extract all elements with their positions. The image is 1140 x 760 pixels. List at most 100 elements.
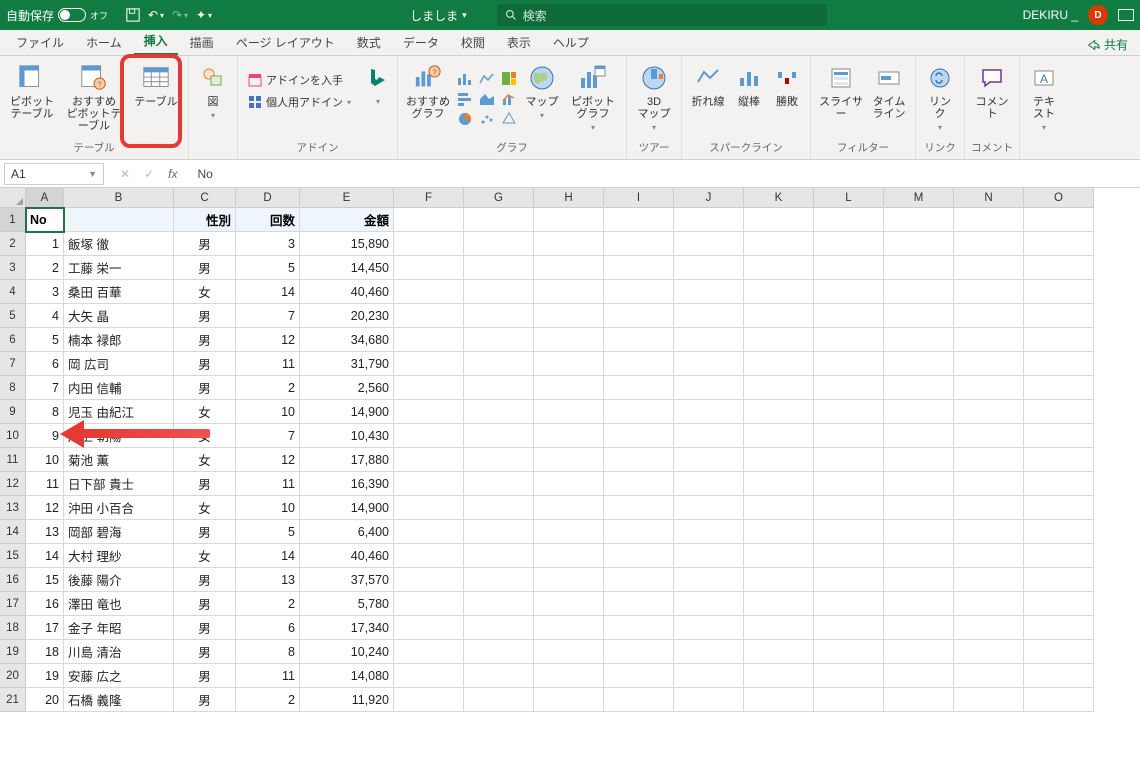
worksheet[interactable]: ABCDEFGHIJKLMNO 1No性別回数金額21飯塚 徹男315,8903…: [0, 188, 1140, 712]
sparkline-line-button[interactable]: 折れ線: [688, 60, 728, 110]
cell[interactable]: [1024, 472, 1094, 496]
cell[interactable]: [394, 520, 464, 544]
cell[interactable]: 12: [26, 496, 64, 520]
row-header[interactable]: 19: [0, 640, 26, 664]
cell[interactable]: 男: [174, 304, 236, 328]
cell[interactable]: [1024, 328, 1094, 352]
cell[interactable]: 7: [26, 376, 64, 400]
cell[interactable]: [604, 256, 674, 280]
cell[interactable]: [394, 256, 464, 280]
recommended-pivot-button[interactable]: ? おすすめ ピボットテーブル: [62, 60, 126, 134]
cell[interactable]: [954, 280, 1024, 304]
cell[interactable]: [674, 688, 744, 712]
treemap-icon[interactable]: [500, 70, 518, 88]
cell[interactable]: [534, 208, 604, 232]
column-header[interactable]: E: [300, 188, 394, 208]
cell[interactable]: [744, 232, 814, 256]
cell[interactable]: 12: [236, 448, 300, 472]
cell[interactable]: [674, 280, 744, 304]
cell[interactable]: [464, 424, 534, 448]
cell[interactable]: [954, 496, 1024, 520]
cell[interactable]: [884, 568, 954, 592]
cell[interactable]: 3: [26, 280, 64, 304]
cell[interactable]: [1024, 520, 1094, 544]
cell[interactable]: [814, 616, 884, 640]
cell[interactable]: [884, 592, 954, 616]
formula-bar[interactable]: No: [197, 167, 212, 181]
cell[interactable]: [394, 496, 464, 520]
cell[interactable]: [464, 568, 534, 592]
search-box[interactable]: 検索: [497, 4, 827, 26]
cell[interactable]: 男: [174, 664, 236, 688]
cell[interactable]: 女: [174, 448, 236, 472]
undo-icon[interactable]: ↶▾: [148, 6, 166, 24]
cell[interactable]: [604, 304, 674, 328]
cell[interactable]: [534, 520, 604, 544]
cell[interactable]: 2: [26, 256, 64, 280]
cell[interactable]: [464, 280, 534, 304]
share-button[interactable]: 共有: [1080, 34, 1134, 55]
cell[interactable]: [1024, 640, 1094, 664]
cell[interactable]: [954, 472, 1024, 496]
cell[interactable]: 大村 理紗: [64, 544, 174, 568]
cell[interactable]: [394, 232, 464, 256]
cell[interactable]: [884, 448, 954, 472]
cell[interactable]: [534, 424, 604, 448]
cell[interactable]: 17,880: [300, 448, 394, 472]
get-addins-button[interactable]: アドインを入手: [244, 70, 355, 90]
cell[interactable]: 15,890: [300, 232, 394, 256]
cell[interactable]: [814, 256, 884, 280]
cell[interactable]: [534, 568, 604, 592]
cell[interactable]: [394, 640, 464, 664]
text-button[interactable]: Aテキ スト▾: [1026, 60, 1062, 136]
scatter-chart-icon[interactable]: [478, 110, 496, 128]
name-box[interactable]: A1 ▼: [4, 163, 104, 185]
cell[interactable]: [674, 328, 744, 352]
cell[interactable]: [604, 376, 674, 400]
cell[interactable]: 大矢 晶: [64, 304, 174, 328]
column-header[interactable]: D: [236, 188, 300, 208]
cell[interactable]: [464, 616, 534, 640]
cell[interactable]: 男: [174, 352, 236, 376]
cell[interactable]: [394, 352, 464, 376]
cell[interactable]: [604, 280, 674, 304]
cancel-icon[interactable]: ✕: [120, 167, 130, 181]
cell[interactable]: [674, 664, 744, 688]
column-chart-icon[interactable]: [456, 70, 474, 88]
column-header[interactable]: J: [674, 188, 744, 208]
cell[interactable]: [64, 208, 174, 232]
cell[interactable]: [464, 304, 534, 328]
cell[interactable]: 男: [174, 520, 236, 544]
cell[interactable]: [674, 376, 744, 400]
cell[interactable]: [744, 496, 814, 520]
cell[interactable]: [744, 544, 814, 568]
cell[interactable]: [954, 352, 1024, 376]
cell[interactable]: [954, 400, 1024, 424]
cell[interactable]: [604, 328, 674, 352]
cell[interactable]: [674, 520, 744, 544]
cell[interactable]: [604, 424, 674, 448]
column-header[interactable]: M: [884, 188, 954, 208]
cell[interactable]: [674, 592, 744, 616]
cell[interactable]: 10: [26, 448, 64, 472]
cell[interactable]: 11,920: [300, 688, 394, 712]
cell[interactable]: [884, 352, 954, 376]
cell[interactable]: [884, 400, 954, 424]
comment-button[interactable]: コメント: [971, 60, 1013, 122]
cell[interactable]: [884, 424, 954, 448]
cell[interactable]: [534, 664, 604, 688]
cell[interactable]: [744, 424, 814, 448]
cell[interactable]: [954, 424, 1024, 448]
cell[interactable]: [1024, 280, 1094, 304]
row-header[interactable]: 9: [0, 400, 26, 424]
cell[interactable]: [954, 304, 1024, 328]
tab-draw[interactable]: 描画: [180, 30, 224, 55]
avatar[interactable]: D: [1088, 5, 1108, 25]
column-header[interactable]: B: [64, 188, 174, 208]
cell[interactable]: 金子 年昭: [64, 616, 174, 640]
cell[interactable]: [954, 520, 1024, 544]
cell[interactable]: 5: [236, 256, 300, 280]
timeline-button[interactable]: タイム ライン: [869, 60, 909, 122]
cell[interactable]: [954, 232, 1024, 256]
cell[interactable]: [534, 400, 604, 424]
